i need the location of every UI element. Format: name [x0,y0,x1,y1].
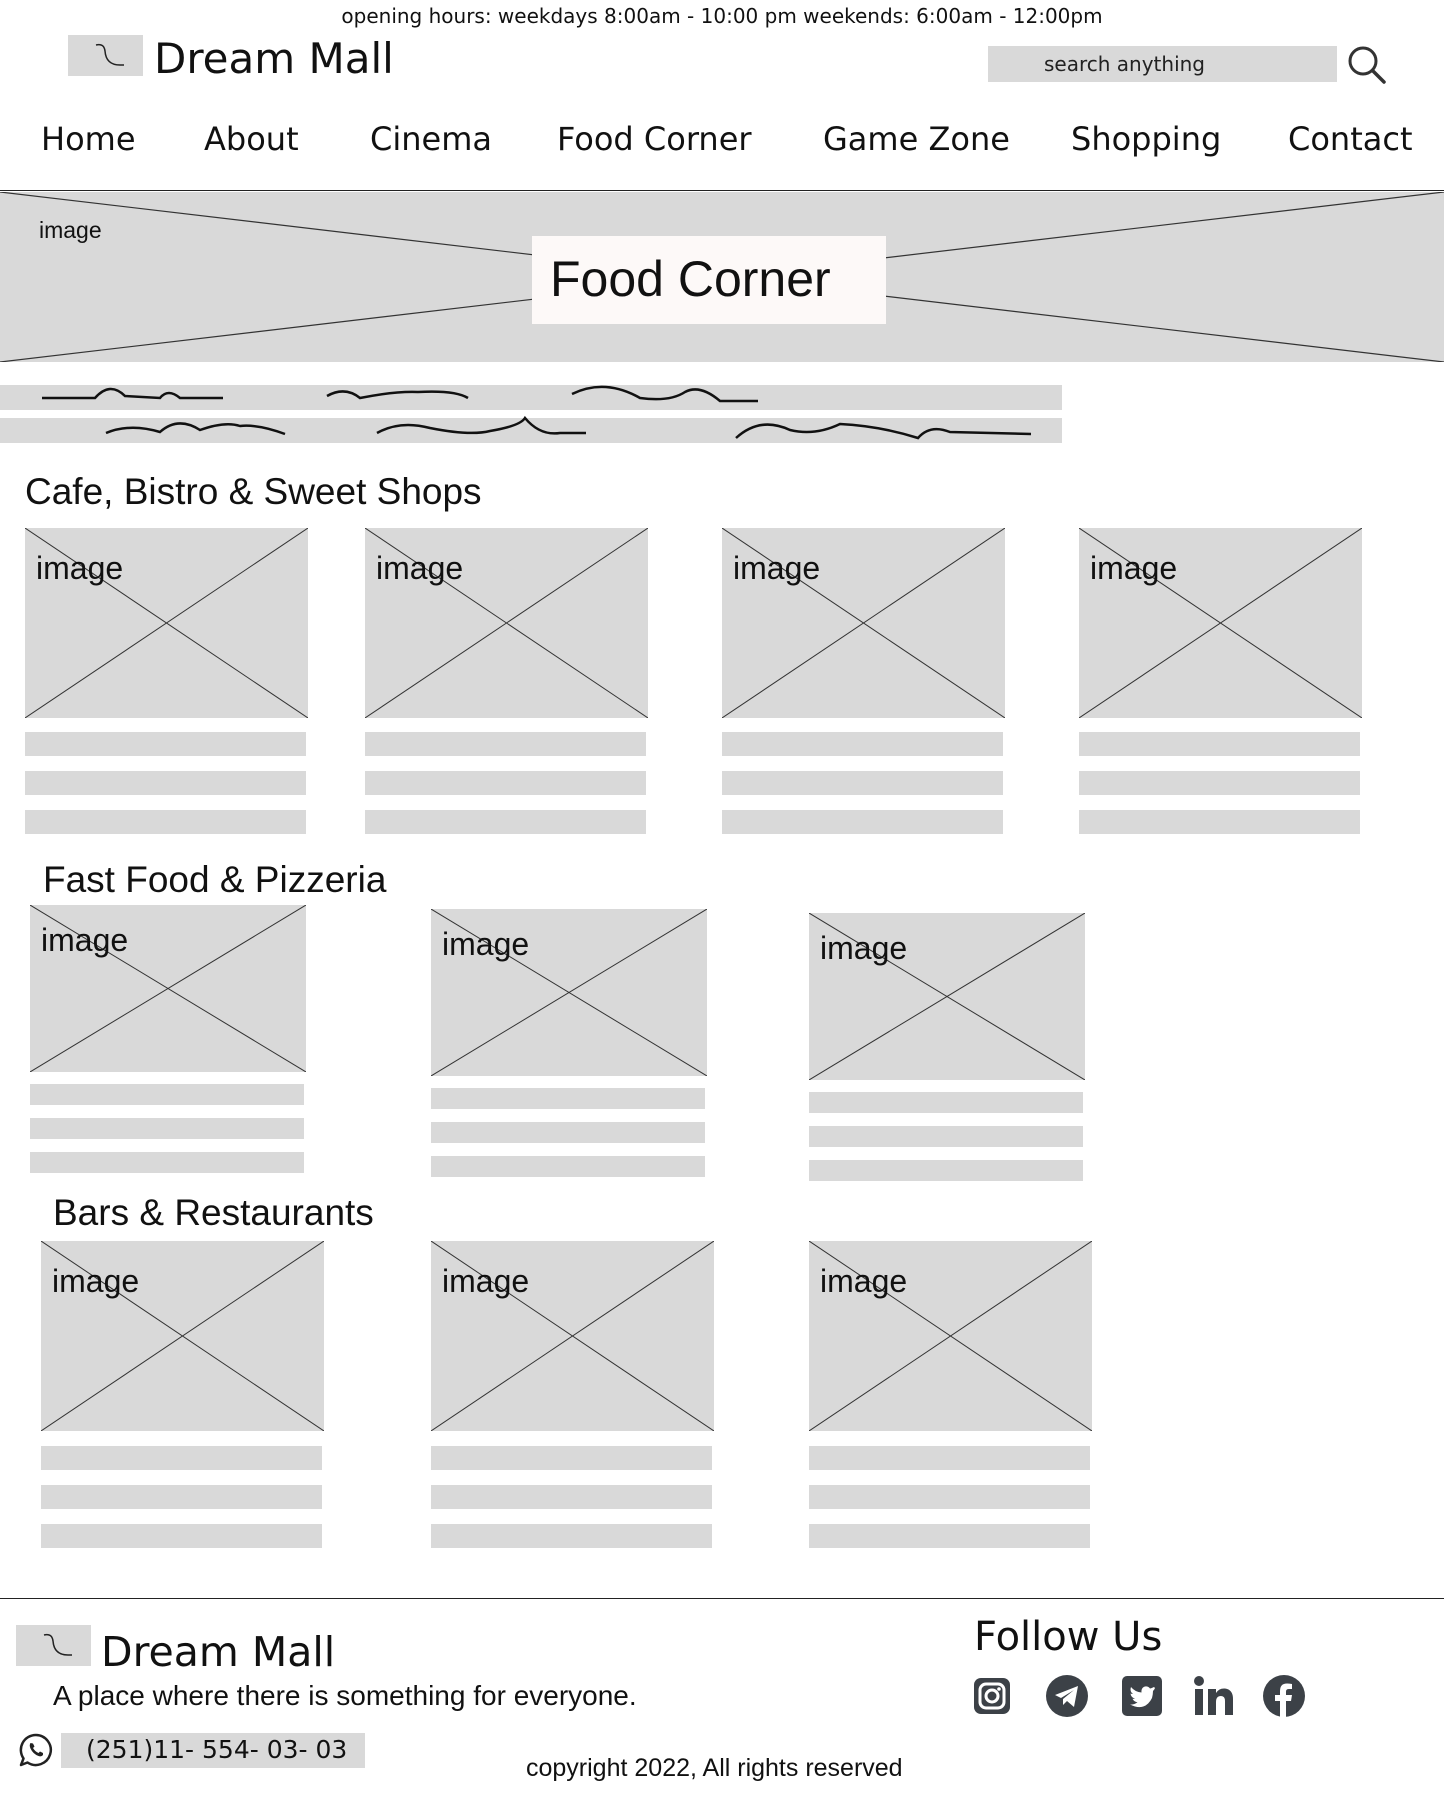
search-input[interactable]: search anything [988,46,1337,82]
card-text-line [809,1524,1090,1548]
card-text-line [30,1118,304,1139]
twitter-icon[interactable] [1120,1674,1164,1718]
fast-food-card-image[interactable]: image [431,909,707,1076]
section-title-cafe: Cafe, Bistro & Sweet Shops [25,471,482,512]
footer-divider [0,1598,1444,1599]
card-text-line [722,732,1003,756]
section-title-fast-food: Fast Food & Pizzeria [43,859,387,900]
nav-about[interactable]: About [204,120,299,158]
footer-tagline: A place where there is something for eve… [53,1680,637,1711]
cafe-card-image[interactable]: image [25,528,308,718]
card-text-line [41,1446,322,1470]
fast-food-card-image[interactable]: image [30,905,306,1072]
card-text-line [1079,810,1360,834]
nav-shopping[interactable]: Shopping [1071,120,1221,158]
brand-name[interactable]: Dream Mall [154,34,394,83]
card-text-line [809,1092,1083,1113]
card-text-line [41,1485,322,1509]
footer-logo[interactable] [16,1625,91,1666]
bars-card-image[interactable]: image [809,1241,1092,1431]
image-label: image [41,922,129,958]
card-text-line [25,771,306,795]
nav-home[interactable]: Home [41,120,136,158]
card-text-line [431,1485,712,1509]
card-text-line [41,1524,322,1548]
image-label: image [442,1263,530,1299]
card-text-line [809,1485,1090,1509]
follow-us-title: Follow Us [974,1614,1163,1660]
image-label: image [733,550,821,586]
telegram-icon[interactable] [1045,1674,1089,1718]
card-text-line [1079,771,1360,795]
footer-brand: Dream Mall [101,1628,336,1676]
card-text-line [809,1126,1083,1147]
phone-number-field: (251)11- 554- 03- 03 [61,1733,365,1768]
whatsapp-icon[interactable] [18,1732,54,1768]
card-text-line [722,771,1003,795]
card-text-line [365,732,646,756]
image-label: image [1090,550,1178,586]
section-title-bars: Bars & Restaurants [53,1192,374,1233]
card-text-line [431,1524,712,1548]
logo[interactable] [68,35,143,76]
card-text-line [431,1088,705,1109]
cafe-card-image[interactable]: image [722,528,1005,718]
instagram-icon[interactable] [970,1674,1014,1718]
image-label: image [820,930,908,966]
hero-image-label: image [39,217,102,243]
nav-cinema[interactable]: Cinema [370,120,492,158]
bars-card-image[interactable]: image [431,1241,714,1431]
search-placeholder: search anything [1044,52,1206,76]
card-text-line [365,771,646,795]
cafe-card-image[interactable]: image [365,528,648,718]
copyright: copyright 2022, All rights reserved [526,1754,903,1782]
linkedin-icon[interactable] [1192,1674,1236,1718]
card-text-line [30,1084,304,1105]
nav-divider [0,190,1444,191]
opening-hours: opening hours: weekdays 8:00am - 10:00 p… [341,4,1103,28]
facebook-icon[interactable] [1262,1674,1306,1718]
search-icon[interactable] [1346,44,1388,86]
image-label: image [52,1263,140,1299]
card-text-line [365,810,646,834]
image-label: image [376,550,464,586]
bars-card-image[interactable]: image [41,1241,324,1431]
card-text-line [431,1156,705,1177]
card-text-line [722,810,1003,834]
phone-number: (251)11- 554- 03- 03 [86,1735,348,1764]
intro-text-scribble [42,385,1032,440]
cafe-card-image[interactable]: image [1079,528,1362,718]
card-text-line [30,1152,304,1173]
image-label: image [820,1263,908,1299]
image-label: image [442,926,530,962]
card-text-line [809,1446,1090,1470]
card-text-line [1079,732,1360,756]
card-text-line [431,1122,705,1143]
fast-food-card-image[interactable]: image [809,913,1085,1080]
card-text-line [25,732,306,756]
card-text-line [809,1160,1083,1181]
nav-food-corner[interactable]: Food Corner [557,120,752,158]
hero-title-box: Food Corner [532,236,886,324]
hero-title: Food Corner [550,251,831,307]
nav-contact[interactable]: Contact [1288,120,1413,158]
card-text-line [25,810,306,834]
nav-game-zone[interactable]: Game Zone [823,120,1010,158]
card-text-line [431,1446,712,1470]
image-label: image [36,550,124,586]
